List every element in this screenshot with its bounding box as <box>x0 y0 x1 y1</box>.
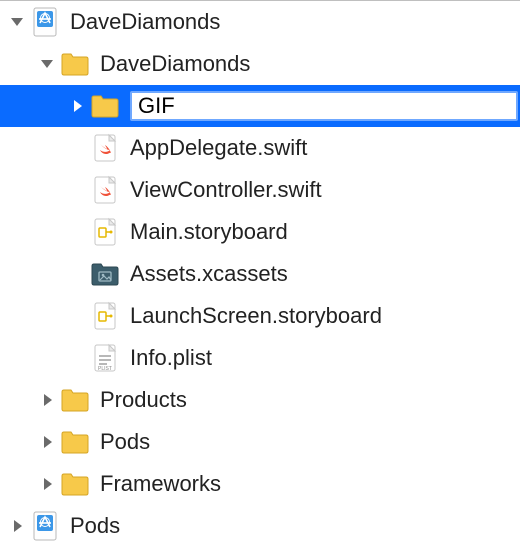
tree-row-folder[interactable]: DaveDiamonds <box>0 43 520 85</box>
project-navigator-tree[interactable]: DaveDiamonds DaveDiamonds AppDelegate.sw… <box>0 1 520 547</box>
tree-item-label: LaunchScreen.storyboard <box>130 303 382 329</box>
rename-input[interactable] <box>130 91 518 121</box>
tree-item-label: Main.storyboard <box>130 219 288 245</box>
storyboard-file-icon <box>90 301 120 331</box>
xcassets-folder-icon <box>90 259 120 289</box>
disclosure-triangle-icon[interactable] <box>38 475 56 493</box>
tree-item-label: Pods <box>70 513 120 539</box>
tree-item-label: ViewController.swift <box>130 177 322 203</box>
tree-row-folder[interactable]: Products <box>0 379 520 421</box>
tree-row-folder[interactable]: Frameworks <box>0 463 520 505</box>
tree-item-label: DaveDiamonds <box>100 51 250 77</box>
swift-file-icon <box>90 133 120 163</box>
swift-file-icon <box>90 175 120 205</box>
disclosure-triangle-icon[interactable] <box>38 55 56 73</box>
tree-item-label: Products <box>100 387 187 413</box>
tree-item-label: AppDelegate.swift <box>130 135 307 161</box>
tree-row-file[interactable]: Main.storyboard <box>0 211 520 253</box>
tree-row-root-project[interactable]: Pods <box>0 505 520 547</box>
tree-row-folder-selected[interactable] <box>0 85 520 127</box>
folder-icon <box>90 91 120 121</box>
tree-item-label: Info.plist <box>130 345 212 371</box>
disclosure-triangle-icon[interactable] <box>38 391 56 409</box>
tree-row-folder[interactable]: Pods <box>0 421 520 463</box>
disclosure-triangle-icon[interactable] <box>8 517 26 535</box>
folder-icon <box>60 427 90 457</box>
xcode-project-icon <box>30 511 60 541</box>
tree-item-label: Pods <box>100 429 150 455</box>
folder-icon <box>60 469 90 499</box>
folder-icon <box>60 385 90 415</box>
storyboard-file-icon <box>90 217 120 247</box>
tree-item-label: Assets.xcassets <box>130 261 288 287</box>
plist-file-icon <box>90 343 120 373</box>
tree-row-file[interactable]: Info.plist <box>0 337 520 379</box>
disclosure-triangle-icon[interactable] <box>8 13 26 31</box>
xcode-project-icon <box>30 7 60 37</box>
tree-item-label: Frameworks <box>100 471 221 497</box>
disclosure-triangle-icon[interactable] <box>38 433 56 451</box>
tree-row-file[interactable]: ViewController.swift <box>0 169 520 211</box>
tree-row-file[interactable]: Assets.xcassets <box>0 253 520 295</box>
tree-row-file[interactable]: LaunchScreen.storyboard <box>0 295 520 337</box>
tree-row-file[interactable]: AppDelegate.swift <box>0 127 520 169</box>
tree-row-root-project[interactable]: DaveDiamonds <box>0 1 520 43</box>
disclosure-triangle-icon[interactable] <box>68 97 86 115</box>
tree-item-label: DaveDiamonds <box>70 9 220 35</box>
folder-icon <box>60 49 90 79</box>
